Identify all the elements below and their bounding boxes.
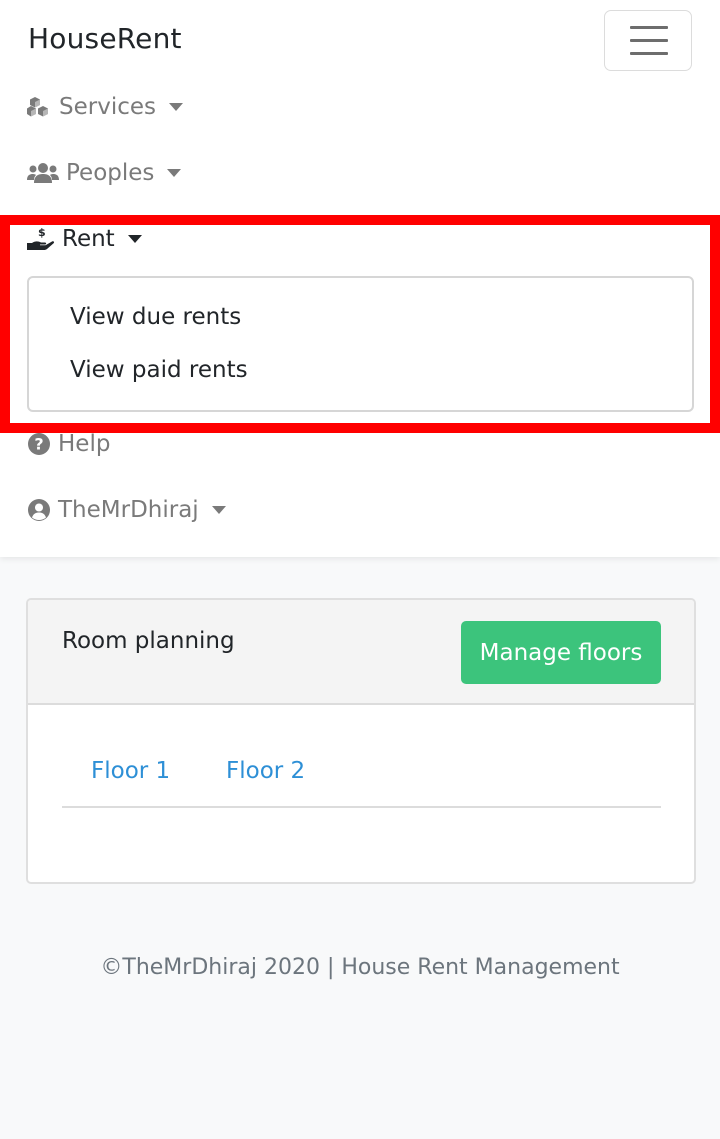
tab-floor-1[interactable]: Floor 1 <box>91 758 170 784</box>
chevron-down-icon <box>167 169 182 177</box>
rent-dropdown-menu: View due rents View paid rents <box>27 276 694 412</box>
navbar-toggler-button[interactable] <box>604 10 692 71</box>
nav-item-help[interactable]: ? Help <box>27 426 110 462</box>
manage-floors-button[interactable]: Manage floors <box>461 621 661 684</box>
chevron-down-icon <box>127 235 142 243</box>
room-planning-card: Room planning Manage floors Floor 1 Floo… <box>26 598 696 884</box>
card-header: Room planning Manage floors <box>28 600 694 705</box>
dropdown-item-view-due-rents[interactable]: View due rents <box>70 304 241 330</box>
chevron-down-icon <box>211 506 226 514</box>
cubes-icon <box>27 96 52 118</box>
nav-item-peoples[interactable]: Peoples <box>27 155 182 191</box>
question-circle-icon: ? <box>27 432 51 456</box>
users-icon <box>27 162 59 184</box>
nav-item-services[interactable]: Services <box>27 89 183 125</box>
nav-label-rent: Rent <box>62 226 115 252</box>
navbar: HouseRent Services Peoples $ Rent View d… <box>0 0 720 557</box>
tab-floor-2[interactable]: Floor 2 <box>226 758 305 784</box>
hand-holding-usd-icon: $ <box>27 226 55 252</box>
dropdown-item-view-paid-rents[interactable]: View paid rents <box>70 357 248 383</box>
user-circle-icon <box>27 498 51 522</box>
nav-item-rent[interactable]: $ Rent <box>27 221 142 257</box>
nav-label-peoples: Peoples <box>66 160 155 186</box>
svg-text:$: $ <box>38 226 46 239</box>
nav-label-help: Help <box>58 431 111 457</box>
nav-label-services: Services <box>59 94 156 120</box>
brand-logo[interactable]: HouseRent <box>28 22 182 55</box>
chevron-down-icon <box>169 103 183 111</box>
card-title: Room planning <box>62 628 235 654</box>
nav-label-user: TheMrDhiraj <box>58 497 199 523</box>
nav-item-user[interactable]: TheMrDhiraj <box>27 492 226 528</box>
footer-text: ©TheMrDhiraj 2020 | House Rent Managemen… <box>100 955 620 980</box>
floor-tabs: Floor 1 Floor 2 <box>62 740 661 808</box>
svg-text:?: ? <box>34 435 43 454</box>
